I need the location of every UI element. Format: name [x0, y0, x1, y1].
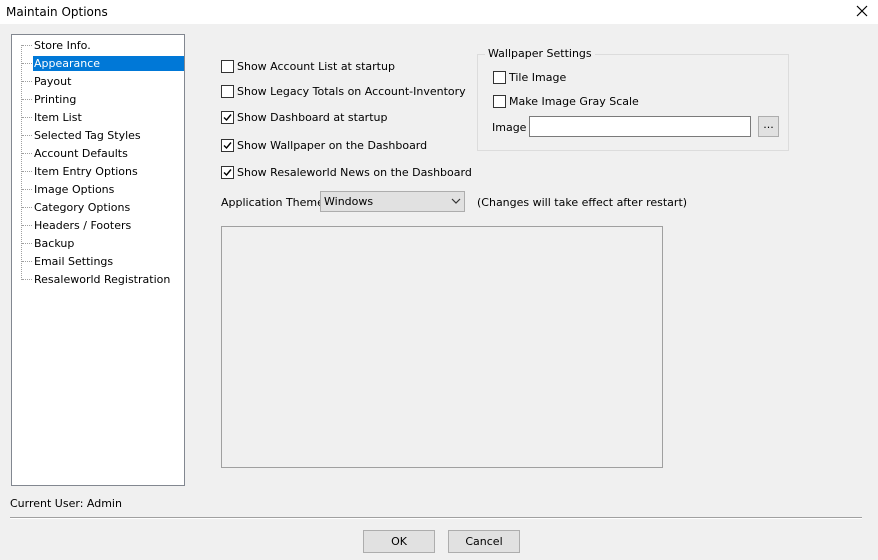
theme-restart-note: (Changes will take effect after restart) — [477, 196, 688, 209]
wallpaper-preview-panel — [221, 226, 663, 468]
tree-item-item-list[interactable]: Item List — [12, 108, 184, 126]
tree-item-appearance[interactable]: Appearance — [12, 54, 184, 72]
show-account-list-checkbox[interactable]: Show Account List at startup — [221, 58, 395, 74]
tree-item-label: Headers / Footers — [34, 219, 132, 232]
tree-item-label: Selected Tag Styles — [34, 129, 141, 142]
show-legacy-totals-checkbox[interactable]: Show Legacy Totals on Account-Inventory — [221, 83, 466, 99]
tree-item-label: Resaleworld Registration — [34, 273, 171, 286]
close-button[interactable] — [850, 0, 874, 22]
tree-item-label: Category Options — [34, 201, 131, 214]
show-wallpaper-checkbox[interactable]: Show Wallpaper on the Dashboard — [221, 137, 427, 153]
tree-item-headers-footers[interactable]: Headers / Footers — [12, 216, 184, 234]
title-bar: Maintain Options — [0, 0, 878, 24]
checkbox-label: Show Resaleworld News on the Dashboard — [237, 165, 472, 179]
ok-label: OK — [391, 535, 407, 548]
checkbox-box[interactable] — [493, 94, 506, 108]
image-path-input[interactable] — [529, 116, 751, 137]
close-icon — [856, 5, 868, 17]
browse-label: ... — [763, 118, 774, 131]
gray-scale-checkbox[interactable]: Make Image Gray Scale — [493, 93, 639, 109]
tree-item-image-options[interactable]: Image Options — [12, 180, 184, 198]
tree-item-label: Backup — [34, 237, 75, 250]
application-theme-label: Application Theme — [221, 196, 324, 209]
checkbox-box[interactable] — [221, 59, 234, 73]
check-icon — [223, 113, 232, 121]
tree-item-selected-tag-styles[interactable]: Selected Tag Styles — [12, 126, 184, 144]
image-label: Image — [492, 121, 527, 134]
check-icon — [223, 168, 232, 176]
checkbox-label: Show Dashboard at startup — [237, 110, 388, 124]
tree-item-backup[interactable]: Backup — [12, 234, 184, 252]
checkbox-box[interactable] — [221, 138, 234, 152]
tree-item-label: Email Settings — [34, 255, 114, 268]
tree-item-label: Item List — [34, 111, 82, 124]
cancel-button[interactable]: Cancel — [448, 530, 520, 553]
tree-item-account-defaults[interactable]: Account Defaults — [12, 144, 184, 162]
tile-image-checkbox[interactable]: Tile Image — [493, 69, 566, 85]
footer-divider — [10, 517, 862, 519]
checkbox-box[interactable] — [221, 110, 234, 124]
chevron-down-icon — [451, 198, 461, 204]
checkbox-label: Tile Image — [509, 70, 567, 84]
browse-image-button[interactable]: ... — [758, 116, 779, 137]
tree-item-label: Item Entry Options — [34, 165, 138, 178]
tree-item-item-entry-options[interactable]: Item Entry Options — [12, 162, 184, 180]
checkbox-box[interactable] — [493, 70, 506, 84]
ok-button[interactable]: OK — [363, 530, 435, 553]
tree-item-label: Payout — [34, 75, 72, 88]
tree-item-resaleworld-registration[interactable]: Resaleworld Registration — [12, 270, 184, 288]
checkbox-label: Show Account List at startup — [237, 59, 395, 73]
tree-item-label: Appearance — [33, 56, 184, 71]
application-theme-dropdown[interactable]: Windows — [320, 191, 465, 212]
cancel-label: Cancel — [465, 535, 503, 548]
tree-item-label: Printing — [34, 93, 77, 106]
show-news-checkbox[interactable]: Show Resaleworld News on the Dashboard — [221, 164, 472, 180]
checkbox-label: Show Legacy Totals on Account-Inventory — [237, 84, 466, 98]
checkbox-label: Show Wallpaper on the Dashboard — [237, 138, 428, 152]
tree-item-category-options[interactable]: Category Options — [12, 198, 184, 216]
tree-item-printing[interactable]: Printing — [12, 90, 184, 108]
tree-item-label: Store Info. — [34, 39, 91, 52]
options-tree: Store Info. Appearance Payout Printing I… — [11, 34, 185, 486]
tree-item-label: Account Defaults — [34, 147, 128, 160]
tree-item-label: Image Options — [34, 183, 115, 196]
wallpaper-settings-title: Wallpaper Settings — [485, 47, 595, 60]
tree-item-store-info[interactable]: Store Info. — [12, 36, 184, 54]
window-title: Maintain Options — [6, 5, 108, 19]
checkbox-box[interactable] — [221, 84, 234, 98]
checkbox-label: Make Image Gray Scale — [509, 94, 639, 108]
theme-selected-value: Windows — [324, 195, 374, 208]
checkbox-box[interactable] — [221, 165, 234, 179]
check-icon — [223, 141, 232, 149]
current-user-status: Current User: Admin — [10, 497, 122, 510]
tree-item-email-settings[interactable]: Email Settings — [12, 252, 184, 270]
show-dashboard-checkbox[interactable]: Show Dashboard at startup — [221, 109, 387, 125]
tree-item-payout[interactable]: Payout — [12, 72, 184, 90]
